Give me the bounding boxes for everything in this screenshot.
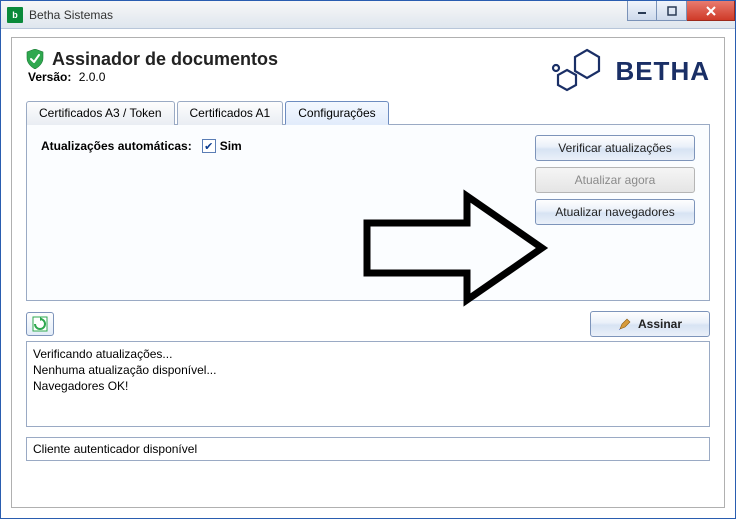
version-row: Versão: 2.0.0 [28,70,278,84]
auto-updates-value: Sim [220,139,242,153]
content-area: Assinador de documentos Versão: 2.0.0 [1,29,735,518]
app-icon: b [7,7,23,23]
status-text: Cliente autenticador disponível [33,442,197,456]
update-browsers-button[interactable]: Atualizar navegadores [535,199,695,225]
sign-button[interactable]: Assinar [590,311,710,337]
maximize-button[interactable] [657,1,687,21]
maximize-icon [667,6,677,16]
log-line: Navegadores OK! [33,378,703,394]
shield-icon [26,49,44,69]
pen-icon [618,317,632,331]
toolbar-row: Assinar [26,311,710,337]
window-controls [627,1,735,21]
status-bar: Cliente autenticador disponível [26,437,710,461]
log-line: Verificando atualizações... [33,346,703,362]
update-buttons: Verificar atualizações Atualizar agora A… [535,135,695,225]
brand-text: BETHA [615,56,710,87]
close-button[interactable] [687,1,735,21]
window-title: Betha Sistemas [29,8,113,22]
titlebar[interactable]: b Betha Sistemas [1,1,735,29]
check-updates-button[interactable]: Verificar atualizações [535,135,695,161]
app-window: b Betha Sistemas [0,0,736,519]
tab-bar: Certificados A3 / Token Certificados A1 … [26,100,710,125]
sign-button-label: Assinar [638,317,682,331]
brand: BETHA [551,48,710,94]
tab-cert-a1[interactable]: Certificados A1 [177,101,284,125]
auto-updates-label: Atualizações automáticas: [41,139,192,153]
minimize-icon [637,6,647,16]
log-line: Nenhuma atualização disponível... [33,362,703,378]
tab-cert-a3[interactable]: Certificados A3 / Token [26,101,175,125]
app-title: Assinador de documentos [26,49,278,70]
tab-body-config: Atualizações automáticas: ✔ Sim Verifica… [26,125,710,301]
auto-updates-checkbox[interactable]: ✔ [202,139,216,153]
brand-hex-icon [551,48,605,94]
header-row: Assinador de documentos Versão: 2.0.0 [26,48,710,94]
refresh-button[interactable] [26,312,54,336]
app-title-text: Assinador de documentos [52,49,278,70]
log-output[interactable]: Verificando atualizações... Nenhuma atua… [26,341,710,427]
refresh-icon [32,316,48,332]
minimize-button[interactable] [627,1,657,21]
update-now-button: Atualizar agora [535,167,695,193]
version-label: Versão: [28,70,71,84]
close-icon [705,6,717,16]
main-panel: Assinador de documentos Versão: 2.0.0 [11,37,725,508]
version-value: 2.0.0 [79,70,106,84]
tab-config[interactable]: Configurações [285,101,388,125]
